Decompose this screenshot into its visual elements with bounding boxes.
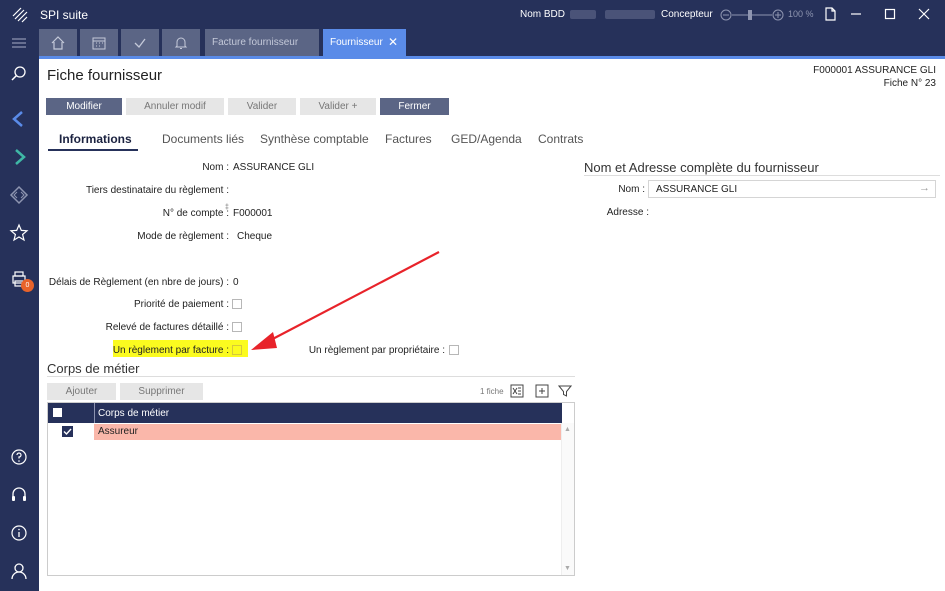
mode-reglement-label: Mode de règlement : <box>137 231 229 242</box>
mode-reglement-value: Cheque <box>237 231 273 242</box>
corps-metier-grid: Corps de métier Assureur ▲ ▼ <box>47 402 575 576</box>
db-label: Nom BDD <box>520 9 566 20</box>
sidebar: 0 <box>0 29 39 591</box>
address-nom-label: Nom : <box>618 184 645 195</box>
nom-value: ASSURANCE GLI <box>233 162 315 173</box>
tab-label: Facture fournisseur <box>212 37 299 48</box>
row-checkbox-checked[interactable] <box>62 426 73 437</box>
corps-section-title: Corps de métier <box>47 361 140 376</box>
supprimer-button[interactable]: Supprimer <box>120 383 203 400</box>
star-icon[interactable] <box>9 223 29 243</box>
close-tab-icon[interactable]: ✕ <box>388 29 398 56</box>
home-icon <box>51 36 65 50</box>
scroll-up-icon[interactable]: ▲ <box>564 426 571 433</box>
calendar-tab[interactable] <box>80 29 118 56</box>
user-icon[interactable] <box>9 561 29 581</box>
page-title: Fiche fournisseur <box>47 67 163 84</box>
app-logo-icon <box>12 7 28 23</box>
help-icon[interactable] <box>9 447 29 467</box>
check-icon <box>134 38 146 48</box>
grid-scrollbar[interactable]: ▲ ▼ <box>561 423 574 575</box>
home-tab[interactable] <box>39 29 77 56</box>
document-icon[interactable] <box>822 6 838 22</box>
db-name-redacted <box>570 10 596 19</box>
compte-label: N° de compte : <box>162 208 229 219</box>
bell-icon <box>174 37 188 49</box>
record-count: 1 fiche <box>480 387 504 396</box>
delais-label: Délais de Règlement (en nbre de jours) : <box>48 277 229 288</box>
required-marker-icon: ‡ <box>225 204 229 211</box>
fiche-number: Fiche N° 23 <box>883 78 936 89</box>
arrow-left-icon[interactable] <box>9 109 29 129</box>
address-nom-value: ASSURANCE GLI <box>656 184 738 195</box>
title-bar: SPI suite Nom BDD Concepteur 100 % <box>0 0 945 29</box>
valider-plus-button[interactable]: Valider + <box>300 98 376 115</box>
search-icon[interactable] <box>9 64 29 84</box>
arrow-right-icon[interactable] <box>9 147 29 167</box>
filter-icon[interactable] <box>558 384 572 398</box>
compte-value: F000001 <box>233 208 273 219</box>
tab-documents-lies[interactable]: Documents liés <box>162 132 244 146</box>
app-title: SPI suite <box>40 8 89 22</box>
address-section-title: Nom et Adresse complète du fournisseur <box>584 160 819 175</box>
tab-facture-fournisseur[interactable]: Facture fournisseur <box>205 29 319 56</box>
select-all-checkbox[interactable] <box>53 408 62 417</box>
notification-badge: 0 <box>21 279 34 292</box>
priorite-label: Priorité de paiement : <box>133 299 229 310</box>
maximize-icon[interactable] <box>882 6 898 22</box>
main-content: Fiche fournisseur F000001 ASSURANCE GLI … <box>39 59 945 591</box>
row-value: Assureur <box>94 424 562 440</box>
tab-bar: Facture fournisseur Fournisseur ✕ <box>39 29 945 56</box>
nom-label: Nom : <box>202 162 229 173</box>
annuler-modif-button[interactable]: Annuler modif <box>126 98 224 115</box>
menu-icon[interactable] <box>9 33 29 53</box>
headset-icon[interactable] <box>9 485 29 505</box>
column-header-corps[interactable]: Corps de métier <box>98 408 169 419</box>
address-divider <box>584 175 940 176</box>
tab-synthese-comptable[interactable]: Synthèse comptable <box>260 132 369 146</box>
ajouter-button[interactable]: Ajouter <box>47 383 116 400</box>
tiers-label: Tiers destinataire du règlement : <box>85 185 229 196</box>
fermer-button[interactable]: Fermer <box>380 98 449 115</box>
tab-contrats[interactable]: Contrats <box>538 132 583 146</box>
db-server-redacted <box>605 10 655 19</box>
row-select-cell[interactable] <box>48 424 93 440</box>
notifications-tab[interactable] <box>162 29 200 56</box>
close-window-icon[interactable] <box>916 6 932 22</box>
tasks-tab[interactable] <box>121 29 159 56</box>
address-nom-field[interactable]: ASSURANCE GLI → <box>648 180 936 198</box>
info-icon[interactable] <box>9 523 29 543</box>
table-row[interactable]: Assureur <box>48 424 562 440</box>
annotation-arrow-icon <box>251 251 440 350</box>
tab-informations[interactable]: Informations <box>59 132 132 146</box>
supplier-ref: F000001 ASSURANCE GLI <box>813 65 936 76</box>
scroll-down-icon[interactable]: ▼ <box>564 565 571 572</box>
arrow-right-small-icon[interactable]: → <box>919 182 930 194</box>
excel-export-icon[interactable] <box>510 384 524 398</box>
user-role: Concepteur <box>661 9 713 20</box>
calendar-icon <box>92 37 106 50</box>
corps-divider <box>47 376 575 377</box>
tab-fournisseur[interactable]: Fournisseur ✕ <box>323 29 406 56</box>
reglement-facture-label: Un règlement par facture : <box>112 345 229 356</box>
tab-label: Fournisseur <box>330 37 383 48</box>
reglement-proprio-checkbox[interactable] <box>449 345 459 355</box>
minimize-icon[interactable] <box>848 6 864 22</box>
record-reference: F000001 ASSURANCE GLI Fiche N° 23 <box>813 64 936 90</box>
delais-value: 0 <box>233 277 239 288</box>
active-tab-indicator <box>48 149 138 151</box>
releve-label: Relevé de factures détaillé : <box>105 322 229 333</box>
adresse-label: Adresse : <box>606 207 649 218</box>
grid-header: Corps de métier <box>48 403 562 423</box>
valider-button[interactable]: Valider <box>228 98 296 115</box>
modifier-button[interactable]: Modifier <box>46 98 122 115</box>
zoom-level: 100 % <box>788 9 814 19</box>
tab-factures[interactable]: Factures <box>385 132 432 146</box>
diamond-icon[interactable] <box>9 185 29 205</box>
add-grid-icon[interactable] <box>535 384 549 398</box>
column-separator <box>94 403 95 423</box>
tab-ged-agenda[interactable]: GED/Agenda <box>451 132 522 146</box>
